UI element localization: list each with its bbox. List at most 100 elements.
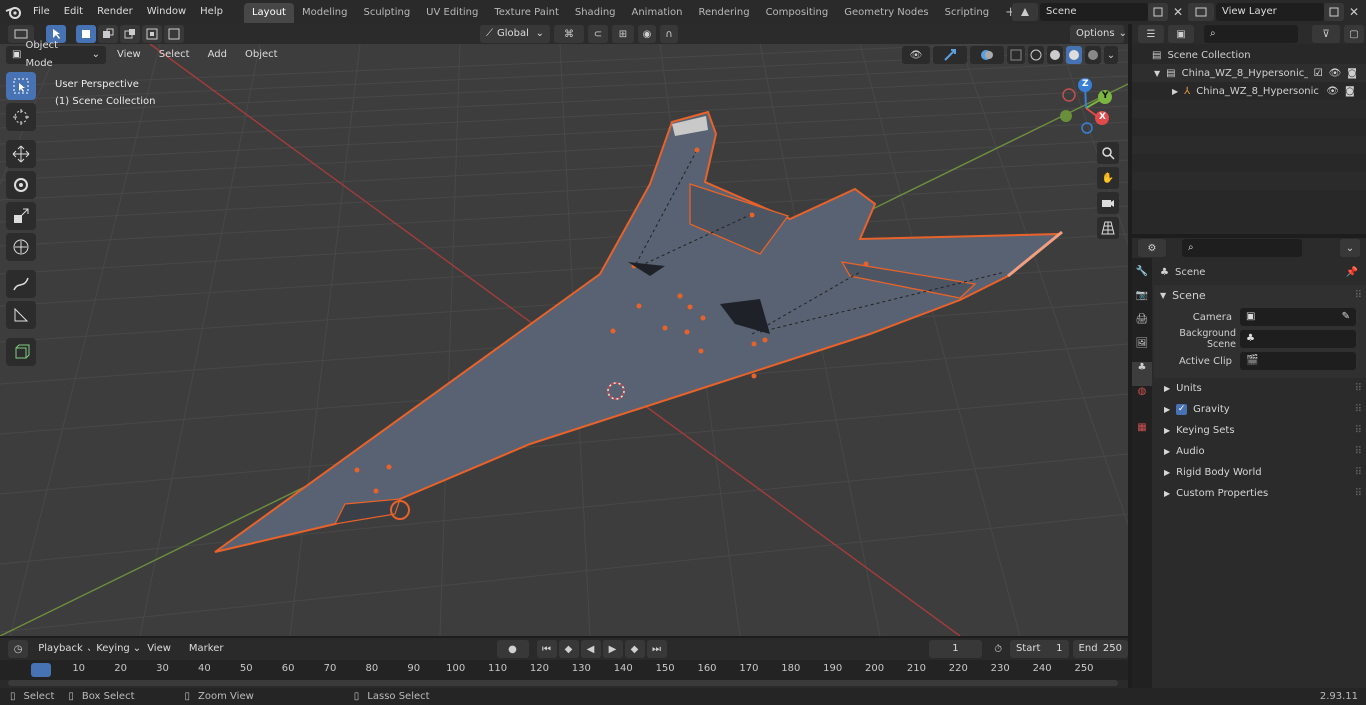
viewport-menu-add[interactable]: Add (201, 46, 234, 64)
gizmo-toggle-icon[interactable] (933, 46, 967, 64)
panel-gravity[interactable]: ▶ ✓ Gravity ⠿ (1154, 399, 1366, 420)
zoom-icon[interactable] (1097, 142, 1119, 164)
checkbox-icon[interactable]: ☑ (1314, 68, 1323, 79)
display-mode-icon[interactable]: ▣ (1168, 25, 1194, 43)
view-layer-tab-icon[interactable]: 🖼 (1132, 338, 1152, 362)
tab-layout[interactable]: Layout (243, 3, 294, 23)
active-clip-field[interactable]: 🎬 (1240, 352, 1356, 370)
tab-texture-paint[interactable]: Texture Paint (486, 3, 567, 23)
select-invert-icon[interactable] (142, 25, 162, 43)
rendered-shading-icon[interactable] (1085, 46, 1101, 64)
menu-help[interactable]: Help (193, 0, 230, 24)
drag-handle-icon[interactable]: ⠿ (1355, 383, 1362, 394)
timeline-menu-marker[interactable]: Marker (182, 640, 231, 658)
world-tab-icon[interactable]: ◍ (1132, 386, 1152, 410)
scene-browse-icon[interactable] (1012, 3, 1038, 21)
properties-search-input[interactable]: ⌕ (1182, 239, 1302, 257)
drag-handle-icon[interactable]: ⠿ (1355, 404, 1362, 415)
tab-modeling[interactable]: Modeling (294, 3, 356, 23)
end-frame-field[interactable]: End 250 (1072, 640, 1128, 658)
solid-shading-icon[interactable] (1047, 46, 1063, 64)
select-intersect-icon[interactable] (164, 25, 184, 43)
camera-field[interactable]: ▣ ✎ (1240, 308, 1356, 326)
properties-editor-type-icon[interactable]: ⚙ (1138, 239, 1166, 257)
tab-sculpting[interactable]: Sculpting (355, 3, 418, 23)
pin-icon[interactable]: 📌 (1346, 267, 1358, 278)
viewport-canvas[interactable] (0, 44, 1128, 636)
viewport-menu-select[interactable]: Select (152, 46, 197, 64)
tool-tab-icon[interactable]: 🔧 (1132, 266, 1152, 290)
output-tab-icon[interactable]: 🖨 (1132, 314, 1152, 338)
camera-view-icon[interactable] (1097, 192, 1119, 214)
playback-menu[interactable]: Playback⌄ (32, 640, 94, 658)
menu-render[interactable]: Render (90, 0, 140, 24)
transform-orientation-dropdown[interactable]: ⟋ Global ⌄ (480, 25, 550, 43)
tab-scripting[interactable]: Scripting (937, 3, 997, 23)
cursor-tool-icon[interactable] (6, 103, 36, 131)
chevron-right-icon[interactable]: ▶ (1172, 87, 1178, 96)
camera-icon[interactable]: ◙ (1345, 86, 1355, 97)
chevron-down-icon[interactable]: ▼ (1154, 69, 1160, 78)
select-extend-icon[interactable] (98, 25, 118, 43)
annotate-tool-icon[interactable] (6, 270, 36, 298)
eyedropper-icon[interactable]: ✎ (1342, 308, 1350, 326)
view-layer-copy-icon[interactable] (1324, 3, 1344, 21)
view-layer-browse-icon[interactable] (1188, 3, 1214, 21)
texture-tab-icon[interactable]: ▦ (1132, 422, 1152, 446)
stopwatch-icon[interactable]: ⏱ (990, 640, 1006, 658)
material-shading-icon[interactable] (1066, 46, 1082, 64)
menu-window[interactable]: Window (140, 0, 193, 24)
panel-keying-sets[interactable]: ▶ Keying Sets ⠿ (1154, 420, 1366, 441)
snap-target-icon[interactable]: ⊞ (612, 25, 634, 43)
outliner-row-hypersonic[interactable]: ▶ ⅄ China_WZ_8_Hypersonic 👁 ◙ (1132, 82, 1366, 100)
scene-copy-icon[interactable] (1148, 3, 1168, 21)
panel-custom-properties[interactable]: ▶ Custom Properties ⠿ (1154, 483, 1366, 504)
jump-start-icon[interactable]: ⏮ (536, 640, 557, 658)
gravity-checkbox[interactable]: ✓ (1176, 404, 1188, 415)
drag-handle-icon[interactable]: ⠿ (1355, 290, 1362, 301)
next-keyframe-icon[interactable]: ◆ (624, 640, 645, 658)
drag-handle-icon[interactable]: ⠿ (1355, 425, 1362, 436)
chevron-down-icon[interactable]: ⌄ (1340, 239, 1360, 257)
drag-handle-icon[interactable]: ⠿ (1355, 488, 1362, 499)
view-layer-field[interactable]: View Layer (1216, 3, 1324, 21)
timeline-editor-type-icon[interactable]: ◷ (8, 640, 29, 658)
snap-toggle-icon[interactable]: ⊂ (588, 25, 608, 43)
timeline-scrollbar[interactable] (8, 680, 1118, 686)
pan-hand-icon[interactable]: ✋ (1097, 167, 1119, 189)
wireframe-shading-icon[interactable] (1028, 46, 1044, 64)
record-icon[interactable]: ● (496, 640, 529, 658)
camera-icon[interactable]: ◙ (1347, 68, 1357, 79)
menu-file[interactable]: File (26, 0, 57, 24)
panel-rigid-body-world[interactable]: ▶ Rigid Body World ⠿ (1154, 462, 1366, 483)
outliner-search-input[interactable]: ⌕ (1204, 25, 1298, 43)
scene-section-header[interactable]: ▼ Scene ⠿ (1154, 285, 1366, 306)
keying-menu[interactable]: Keying ⌄ (90, 640, 141, 658)
view-layer-remove-icon[interactable]: ✕ (1344, 3, 1364, 21)
play-reverse-icon[interactable]: ◀ (580, 640, 601, 658)
falloff-icon[interactable]: ∩ (660, 25, 678, 43)
visibility-icon[interactable]: 👁 (902, 46, 930, 64)
scale-tool-icon[interactable] (6, 202, 36, 230)
perspective-toggle-icon[interactable] (1097, 217, 1119, 239)
tab-rendering[interactable]: Rendering (690, 3, 757, 23)
panel-audio[interactable]: ▶ Audio ⠿ (1154, 441, 1366, 462)
outliner-editor-type-icon[interactable]: ☰ (1138, 25, 1164, 43)
navigation-gizmo[interactable]: X Y Z (1054, 76, 1118, 136)
scene-tab-icon[interactable]: ♣ (1132, 362, 1152, 386)
frame-ruler[interactable]: 1102030405060708090100110120130140150160… (0, 660, 1128, 680)
chevron-down-icon[interactable]: ⌄ (1104, 46, 1118, 64)
drag-handle-icon[interactable]: ⠿ (1355, 467, 1362, 478)
outliner-row-scene-collection[interactable]: ▤ Scene Collection (1132, 46, 1366, 64)
blender-logo-icon[interactable] (0, 5, 26, 19)
xray-toggle-icon[interactable] (1007, 46, 1025, 64)
tab-animation[interactable]: Animation (624, 3, 691, 23)
mode-dropdown[interactable]: ▣ Object Mode ⌄ (6, 40, 106, 69)
play-icon[interactable]: ▶ (602, 640, 623, 658)
pivot-point-icon[interactable]: ⌘ (554, 25, 584, 43)
select-box-tool-icon[interactable] (6, 72, 36, 100)
filter-icon[interactable]: ⊽ (1312, 25, 1340, 43)
render-tab-icon[interactable]: 📷 (1132, 290, 1152, 314)
new-collection-icon[interactable]: ▢ (1344, 25, 1364, 43)
add-cube-tool-icon[interactable] (6, 338, 36, 366)
